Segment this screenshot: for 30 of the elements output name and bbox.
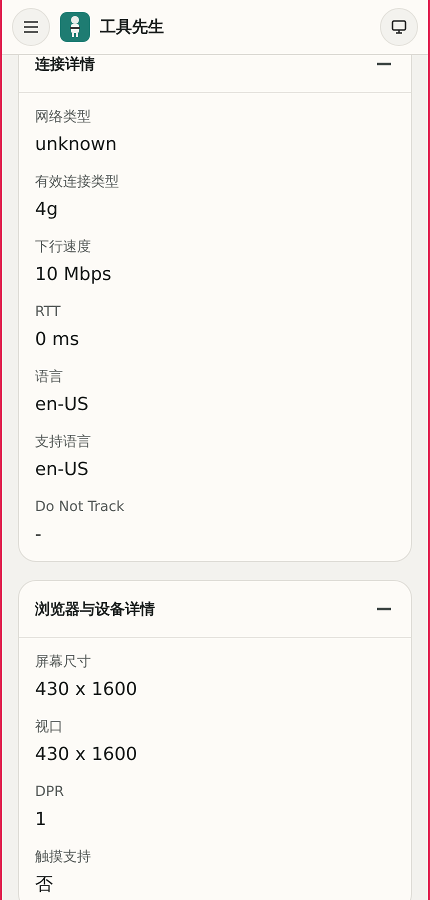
field-label: RTT (35, 303, 62, 322)
field-value: 4g (35, 198, 59, 222)
field-label: Do Not Track (35, 498, 126, 517)
field-label: 下行速度 (35, 238, 92, 257)
logo-icon (60, 12, 90, 42)
field-label: 有效连接类型 (35, 173, 120, 192)
field-value: 否 (35, 873, 54, 897)
card-title: 浏览器与设备详情 (35, 600, 155, 618)
field-value: 0 ms (35, 328, 80, 352)
field-label: 屏幕尺寸 (35, 653, 92, 672)
card-title: 连接详情 (35, 54, 95, 74)
field-value: en-US (35, 458, 90, 482)
field-value: 430 x 1600 (35, 678, 138, 702)
field-value: en-US (35, 393, 90, 417)
field-label: 触摸支持 (35, 848, 92, 867)
display-button[interactable] (380, 8, 418, 46)
menu-button[interactable] (12, 8, 50, 46)
field-label: DPR (35, 783, 65, 802)
field-label: 语言 (35, 368, 64, 387)
field-value: unknown (35, 133, 118, 157)
app-title: 工具先生 (100, 16, 165, 38)
field-value: 430 x 1600 (35, 743, 138, 767)
field-value: 10 Mbps (35, 263, 112, 287)
menu-icon (23, 20, 39, 34)
field-label: 支持语言 (35, 433, 92, 452)
field-label: 网络类型 (35, 108, 92, 127)
monitor-icon (391, 19, 407, 35)
field-label: 视口 (35, 718, 64, 737)
field-value: 1 (35, 808, 48, 832)
field-value: - (35, 523, 42, 547)
